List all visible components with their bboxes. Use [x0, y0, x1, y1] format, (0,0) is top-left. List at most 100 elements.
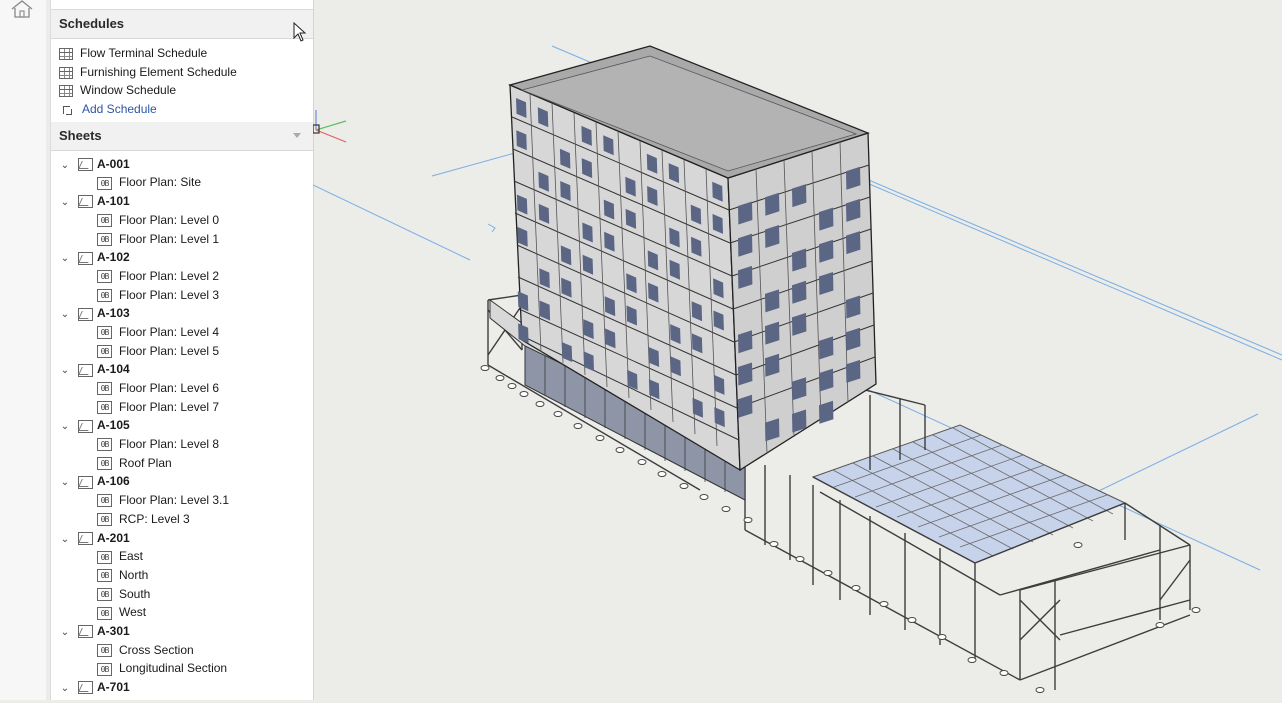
left-rail: [0, 0, 46, 700]
table-icon: [59, 85, 73, 98]
view-icon: 0B: [97, 288, 112, 302]
sheet-icon: [78, 531, 93, 545]
sheet-number: A-103: [97, 306, 130, 321]
sheet-view-item[interactable]: 0B Floor Plan: Level 0: [51, 211, 313, 230]
view-label: Floor Plan: Level 3: [119, 287, 220, 302]
view-icon: 0B: [97, 270, 112, 284]
3d-viewport[interactable]: [312, 0, 1282, 700]
sheet-view-item[interactable]: 0B Longitudinal Section: [51, 659, 313, 678]
schedule-label: Window Schedule: [80, 83, 177, 98]
sheet-icon: [78, 419, 93, 433]
sheet-number: A-201: [97, 530, 130, 545]
sheet-row-a-101[interactable]: ⌄ A-101: [51, 192, 313, 211]
view-icon: 0B: [97, 643, 112, 657]
schedule-item[interactable]: Window Schedule: [51, 81, 313, 100]
sheets-header[interactable]: Sheets: [51, 121, 313, 151]
view-label: Floor Plan: Level 0: [119, 212, 220, 227]
view-icon: 0B: [97, 176, 112, 190]
view-icon: 0B: [97, 438, 112, 452]
sheet-view-item[interactable]: 0B Floor Plan: Level 2: [51, 267, 313, 286]
sheet-view-item[interactable]: 0B Floor Plan: Site: [51, 173, 313, 192]
sheet-view-item[interactable]: 0B South: [51, 585, 313, 604]
sheet-icon: [78, 625, 93, 639]
schedule-label: Flow Terminal Schedule: [80, 46, 208, 60]
panel-top-strip: [51, 0, 313, 10]
sheet-view-item[interactable]: 0B Floor Plan: Level 6: [51, 379, 313, 398]
sheet-view-item[interactable]: 0B West: [51, 603, 313, 622]
sheet-view-item[interactable]: 0B Floor Plan: Level 1: [51, 230, 313, 249]
project-browser: Schedules Flow Terminal Schedule Furnish…: [50, 0, 314, 700]
view-label: Floor Plan: Level 6: [119, 381, 220, 395]
view-label: North: [119, 567, 149, 582]
sheet-row-a-105[interactable]: ⌄ A-105: [51, 416, 313, 435]
sheet-icon: [78, 363, 93, 377]
view-label: Floor Plan: Level 7: [119, 399, 220, 414]
view-label: Cross Section: [119, 642, 194, 657]
view-label: Floor Plan: Level 5: [119, 343, 220, 358]
view-icon: 0B: [97, 513, 112, 527]
view-label: Roof Plan: [119, 455, 172, 470]
sheets-title: Sheets: [59, 127, 102, 143]
sheet-view-item[interactable]: 0B RCP: Level 3: [51, 510, 313, 529]
sheet-icon: [78, 681, 93, 695]
sheet-icon: [78, 307, 93, 321]
sheet-view-item[interactable]: 0B Floor Plan: Level 4: [51, 323, 313, 342]
view-label: Longitudinal Section: [119, 661, 228, 676]
view-icon: 0B: [97, 232, 112, 246]
sheet-row-a-301[interactable]: ⌄ A-301: [51, 622, 313, 641]
sheet-row-a-103[interactable]: ⌄ A-103: [51, 304, 313, 323]
sheet-number: A-101: [97, 194, 130, 209]
sheet-view-item[interactable]: 0B Floor Plan: Level 3: [51, 286, 313, 305]
add-schedule-link[interactable]: Add Schedule: [51, 100, 313, 119]
view-icon: 0B: [97, 382, 112, 396]
sheet-row-a-102[interactable]: ⌄ A-102: [51, 248, 313, 267]
sheet-icon: [78, 251, 93, 265]
sheets-tree: ⌄ A-001 0B Floor Plan: Site ⌄ A-101 0B Floor Pl…: [51, 151, 313, 697]
view-icon: 0B: [97, 326, 112, 340]
schedules-list: Flow Terminal Schedule Furnishing Elemen…: [51, 39, 313, 122]
sheet-row-a-201[interactable]: ⌄ A-201: [51, 529, 313, 548]
sheet-row-a-001[interactable]: ⌄ A-001: [51, 155, 313, 174]
chevron-down-icon[interactable]: ⌄: [59, 680, 71, 699]
sheet-row-a-106[interactable]: ⌄ A-106: [51, 472, 313, 491]
view-label: East: [119, 549, 144, 564]
view-icon: 0B: [97, 569, 112, 583]
sheet-view-item[interactable]: 0B Floor Plan: Level 5: [51, 342, 313, 361]
view-icon: 0B: [97, 214, 112, 228]
building-model: [312, 45, 1282, 693]
sheet-number: A-102: [97, 250, 130, 265]
mouse-cursor-icon: [293, 22, 307, 42]
schedule-item[interactable]: Flow Terminal Schedule: [51, 44, 313, 63]
sheet-number: A-701: [97, 680, 130, 694]
sheet-row-a-701[interactable]: ⌄ A-701: [51, 678, 313, 697]
table-icon: [59, 47, 73, 60]
view-label: Floor Plan: Level 1: [119, 231, 220, 246]
view-label: Floor Plan: Site: [119, 175, 202, 190]
view-label: West: [119, 605, 147, 620]
view-icon: 0B: [97, 587, 112, 601]
sheet-view-item[interactable]: 0B Floor Plan: Level 8: [51, 435, 313, 454]
view-icon: 0B: [97, 401, 112, 415]
sheet-view-item[interactable]: 0B Floor Plan: Level 3.1: [51, 491, 313, 510]
sheet-icon: [78, 158, 93, 172]
schedules-title: Schedules: [59, 16, 125, 31]
sheet-view-item[interactable]: 0B Cross Section: [51, 641, 313, 660]
home-icon[interactable]: [8, 0, 36, 18]
sheet-view-item[interactable]: 0B North: [51, 566, 313, 585]
sheet-number: A-105: [97, 418, 130, 433]
sheet-view-item[interactable]: 0B East: [51, 547, 313, 566]
sheet-view-item[interactable]: 0B Roof Plan: [51, 454, 313, 473]
add-schedule-label: Add Schedule: [82, 102, 157, 117]
view-label: South: [119, 586, 151, 601]
table-icon: [59, 66, 73, 79]
chevron-down-icon[interactable]: [293, 132, 301, 138]
schedule-item[interactable]: Furnishing Element Schedule: [51, 63, 313, 82]
axis-gizmo: [312, 110, 347, 143]
sheet-view-item[interactable]: 0B Floor Plan: Level 7: [51, 398, 313, 417]
view-label: Floor Plan: Level 2: [119, 268, 220, 283]
view-icon: 0B: [97, 344, 112, 358]
schedules-header[interactable]: Schedules: [51, 10, 313, 39]
sheet-row-a-104[interactable]: ⌄ A-104: [51, 360, 313, 379]
view-label: Floor Plan: Level 3.1: [119, 493, 230, 508]
schedule-label: Furnishing Element Schedule: [80, 64, 237, 79]
